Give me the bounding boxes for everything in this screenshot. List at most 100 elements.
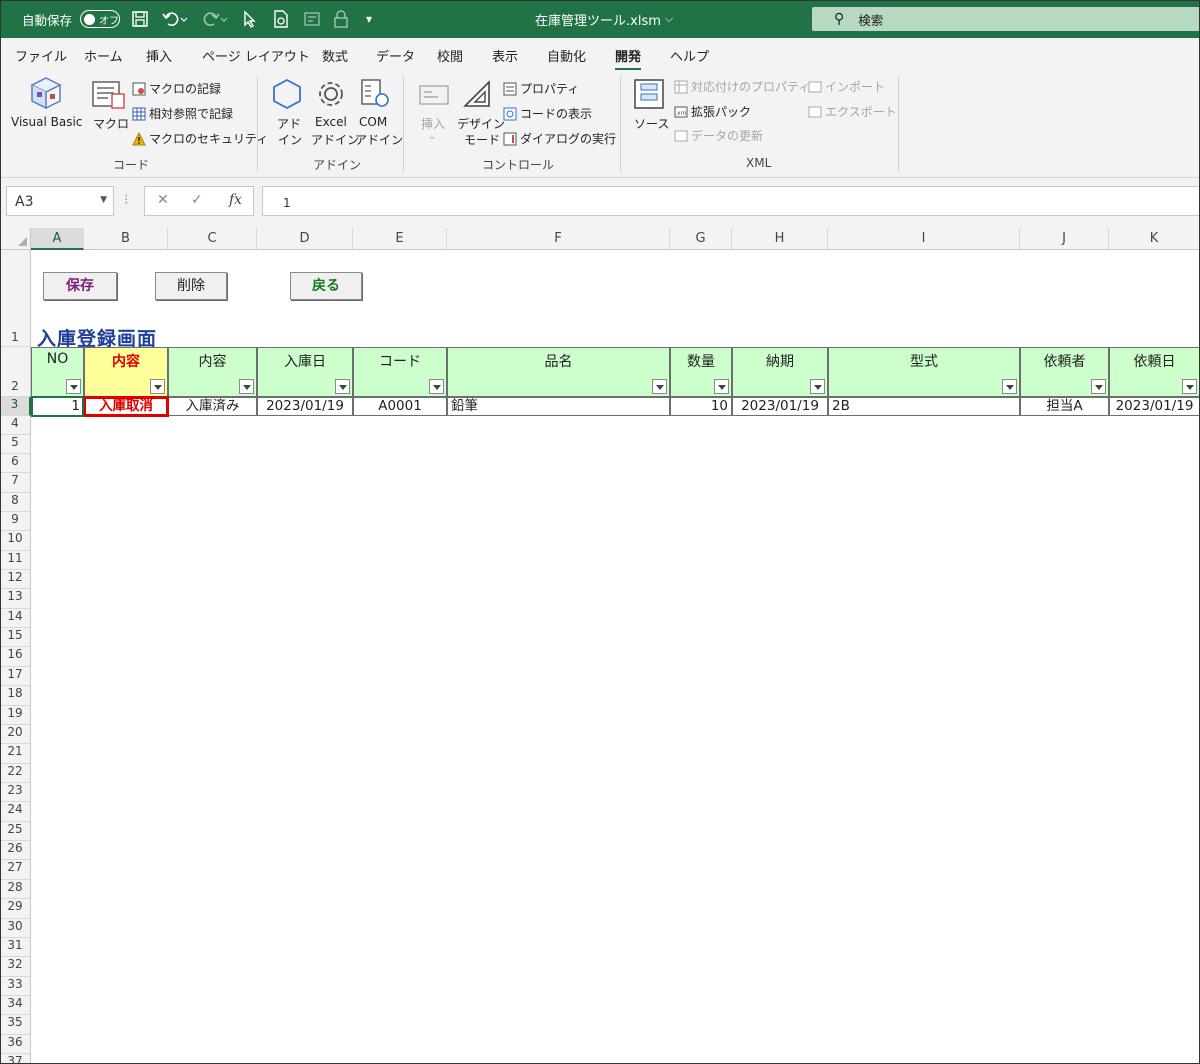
delete-button[interactable]: 削除 — [155, 272, 227, 300]
save-icon[interactable] — [131, 0, 149, 38]
save-button[interactable]: 保存 — [43, 272, 117, 300]
column-header-c[interactable]: C — [168, 228, 257, 250]
cell-j3[interactable]: 担当A — [1020, 397, 1109, 416]
cell-g3[interactable]: 10 — [670, 397, 732, 416]
redo-icon[interactable] — [202, 0, 228, 38]
cell-d3[interactable]: 2023/01/19 — [257, 397, 353, 416]
column-header-i[interactable]: I — [828, 228, 1020, 250]
filter-dropdown-icon[interactable] — [652, 379, 667, 394]
worksheet-grid[interactable]: A B C D E F G H I J K 1 2 3 4 5 6 7 8 9 … — [0, 228, 1200, 1064]
row-header-1[interactable]: 1 — [0, 250, 31, 347]
row-header-9[interactable]: 9 — [0, 512, 31, 531]
row-header-34[interactable]: 34 — [0, 996, 31, 1015]
row-header-5[interactable]: 5 — [0, 435, 31, 454]
row-header-20[interactable]: 20 — [0, 725, 31, 744]
visual-basic-button[interactable]: Visual Basic — [11, 115, 82, 129]
run-dialog-button[interactable]: ダイアログの実行 — [503, 130, 616, 147]
column-header-h[interactable]: H — [732, 228, 828, 250]
autosave-toggle[interactable]: オフ — [80, 10, 120, 28]
cancel-icon[interactable]: ✕ — [157, 192, 169, 208]
tab-home[interactable]: ホーム — [84, 46, 123, 65]
row-header-35[interactable]: 35 — [0, 1015, 31, 1035]
addin-label-1[interactable]: アド — [277, 115, 301, 132]
formula-input[interactable]: 1 — [262, 186, 1200, 216]
row-header-6[interactable]: 6 — [0, 454, 31, 473]
column-header-b[interactable]: B — [84, 228, 168, 250]
insert-control-icon[interactable] — [418, 80, 450, 114]
excel-addin-label-2[interactable]: アドイン — [311, 131, 359, 148]
pointer-icon[interactable] — [243, 0, 257, 38]
tab-automate[interactable]: 自動化 — [547, 46, 586, 65]
cell-i3[interactable]: 2B — [828, 397, 1020, 416]
row-header-8[interactable]: 8 — [0, 493, 31, 512]
excel-addin-label-1[interactable]: Excel — [315, 115, 347, 129]
cell-h3[interactable]: 2023/01/19 — [732, 397, 828, 416]
filter-dropdown-icon[interactable] — [239, 379, 254, 394]
tab-page-layout[interactable]: ページ レイアウト — [202, 46, 310, 65]
form-icon[interactable] — [304, 0, 320, 38]
cell-c3[interactable]: 入庫済み — [168, 397, 257, 416]
cell-k3[interactable]: 2023/01/19 — [1109, 397, 1200, 416]
row-header-15[interactable]: 15 — [0, 628, 31, 647]
refresh-data-button[interactable]: データの更新 — [674, 127, 763, 144]
import-button[interactable]: インポート — [808, 78, 885, 95]
lock-icon[interactable] — [334, 0, 348, 38]
row-header-13[interactable]: 13 — [0, 589, 31, 609]
expansion-packs-button[interactable]: xml 拡張パック — [674, 103, 751, 120]
row-header-17[interactable]: 17 — [0, 667, 31, 686]
row-header-31[interactable]: 31 — [0, 938, 31, 957]
row-header-37[interactable]: 37 — [0, 1054, 31, 1064]
row-header-33[interactable]: 33 — [0, 977, 31, 996]
name-box[interactable]: A3 ▼ — [6, 186, 114, 216]
row-header-16[interactable]: 16 — [0, 647, 31, 667]
macro-button[interactable]: マクロ — [93, 115, 129, 132]
filter-dropdown-icon[interactable] — [150, 379, 165, 394]
column-header-d[interactable]: D — [257, 228, 353, 250]
tab-developer[interactable]: 開発 — [615, 46, 642, 71]
view-code-button[interactable]: コードの表示 — [503, 105, 592, 122]
properties-button[interactable]: プロパティ — [503, 80, 579, 97]
insert-control-label[interactable]: 挿入 — [421, 115, 445, 132]
macro-security-button[interactable]: マクロのセキュリティ — [132, 130, 268, 147]
row-header-30[interactable]: 30 — [0, 919, 31, 938]
filter-dropdown-icon[interactable] — [810, 379, 825, 394]
row-header-24[interactable]: 24 — [0, 802, 31, 822]
row-header-21[interactable]: 21 — [0, 744, 31, 764]
row-header-2[interactable]: 2 — [0, 347, 31, 397]
back-button[interactable]: 戻る — [290, 272, 362, 300]
column-header-k[interactable]: K — [1109, 228, 1200, 250]
design-mode-label-2[interactable]: モード — [464, 131, 500, 148]
row-header-12[interactable]: 12 — [0, 570, 31, 589]
insert-function-icon[interactable]: fx — [229, 192, 242, 208]
select-all-corner[interactable] — [0, 228, 31, 250]
row-header-14[interactable]: 14 — [0, 609, 31, 628]
xml-source-icon[interactable] — [633, 78, 665, 114]
xml-source-label[interactable]: ソース — [634, 115, 669, 132]
print-preview-icon[interactable] — [273, 0, 289, 38]
filter-dropdown-icon[interactable] — [1002, 379, 1017, 394]
search-box[interactable]: ⚲ 検索 — [812, 7, 1200, 31]
com-addin-label-2[interactable]: アドイン — [355, 131, 403, 148]
export-button[interactable]: エクスポート — [808, 103, 897, 120]
filter-dropdown-icon[interactable] — [1091, 379, 1106, 394]
row-header-28[interactable]: 28 — [0, 880, 31, 899]
filter-dropdown-icon[interactable] — [335, 379, 350, 394]
row-header-22[interactable]: 22 — [0, 764, 31, 783]
row-header-36[interactable]: 36 — [0, 1035, 31, 1054]
relative-reference-button[interactable]: 相対参照で記録 — [132, 105, 233, 122]
tab-file[interactable]: ファイル — [15, 46, 67, 65]
record-macro-button[interactable]: マクロの記録 — [132, 80, 221, 97]
com-addin-label-1[interactable]: COM — [359, 115, 387, 129]
undo-icon[interactable] — [162, 0, 188, 38]
row-header-11[interactable]: 11 — [0, 551, 31, 570]
row-header-4[interactable]: 4 — [0, 416, 31, 435]
column-header-a[interactable]: A — [31, 228, 84, 250]
row-header-27[interactable]: 27 — [0, 860, 31, 880]
macro-icon[interactable] — [92, 78, 126, 114]
row-header-19[interactable]: 19 — [0, 706, 31, 725]
tab-formulas[interactable]: 数式 — [322, 46, 348, 65]
tab-insert[interactable]: 挿入 — [146, 46, 172, 65]
row-header-3[interactable]: 3 — [0, 397, 31, 416]
tab-data[interactable]: データ — [376, 46, 415, 65]
filter-dropdown-icon[interactable] — [714, 379, 729, 394]
